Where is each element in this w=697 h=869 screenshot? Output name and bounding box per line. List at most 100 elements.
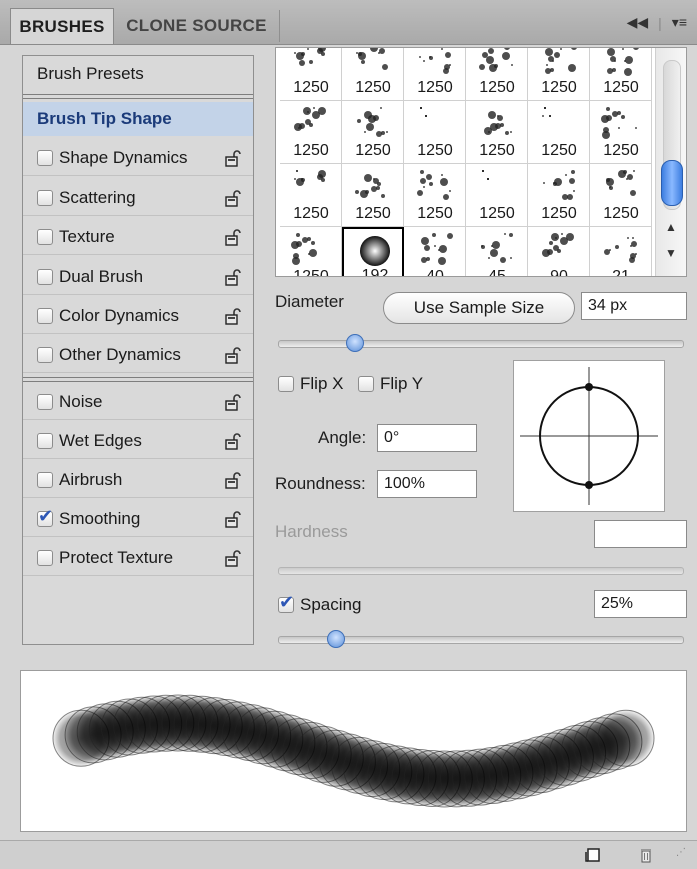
new-preset-icon[interactable] [585,847,601,863]
brush-preset-cell[interactable]: 1250 [466,48,528,101]
roundness-field[interactable]: 100% [377,470,477,498]
spacing-option[interactable]: Spacing [278,592,362,615]
brush-preset-cell[interactable]: 1250 [528,164,590,227]
tab-clone-source[interactable]: CLONE SOURCE [114,10,280,42]
option-checkbox[interactable] [37,506,53,527]
option-label: Color Dynamics [59,305,179,325]
lock-icon[interactable] [225,471,241,489]
brush-preset-cell[interactable]: 1250 [466,101,528,164]
lock-icon[interactable] [225,228,241,246]
diameter-slider-knob[interactable] [345,334,364,352]
brush-preset-cell[interactable]: 1250 [590,48,652,101]
spacing-field[interactable]: 25% [594,590,687,618]
use-sample-size-button[interactable]: Use Sample Size [383,292,575,324]
brush-preset-cell[interactable]: 1250 [466,164,528,227]
tab-brushes[interactable]: BRUSHES [10,8,114,44]
sidebar-item-scattering[interactable]: Scattering [23,180,253,216]
brush-size-label: 1250 [479,205,515,222]
spacing-label: Spacing [300,595,362,614]
brush-thumbnail-icon [417,170,451,200]
brush-preset-cell[interactable]: 1250 [404,48,466,101]
sidebar-item-airbrush[interactable]: Airbrush [23,462,253,498]
flip-y-label: Flip Y [380,374,424,393]
option-checkbox[interactable] [37,393,53,410]
double-left-arrow-icon[interactable]: ◀◀ [627,14,649,31]
sidebar-item-noise[interactable]: Noise [23,384,253,420]
brush-size-label: 1250 [603,205,639,222]
trash-icon[interactable] [638,847,654,863]
brush-preset-cell[interactable]: 21 [590,227,652,276]
lock-icon[interactable] [225,346,241,364]
brush-preset-cell[interactable]: 1250 [342,164,404,227]
brush-preset-cell[interactable]: 90 [528,227,590,276]
brush-preset-cell[interactable]: 1250 [280,227,342,276]
option-checkbox[interactable] [37,268,53,285]
scroll-down-arrow-icon[interactable]: ▼ [665,246,677,260]
brush-preset-cell[interactable]: 1250 [280,164,342,227]
resize-grip-icon[interactable]: ⋰ [676,847,686,858]
sidebar-item-protect-texture[interactable]: Protect Texture [23,540,253,576]
diameter-slider[interactable] [278,334,684,352]
brush-preset-grid[interactable]: 1250 1250 1250 1250 1250 1250 1250 1250 1250 1250… [275,47,687,277]
brush-preset-cell[interactable]: 1250 [404,101,466,164]
spacing-checkbox[interactable] [278,592,294,613]
flip-y-checkbox[interactable] [358,376,374,392]
grid-scrollbar[interactable]: ▲ ▼ [655,48,686,276]
flip-x-checkbox[interactable] [278,376,294,392]
option-checkbox[interactable] [37,307,53,324]
diameter-field[interactable]: 34 px [581,292,687,320]
option-checkbox[interactable] [37,471,53,488]
brush-preset-cell[interactable]: 1250 [404,164,466,227]
sidebar-item-color-dynamics[interactable]: Color Dynamics [23,298,253,334]
scroll-up-arrow-icon[interactable]: ▲ [665,220,677,234]
panel-menu-icon[interactable]: ▾≡ [672,14,687,31]
brush-preset-cell[interactable]: 1250 [528,101,590,164]
lock-icon[interactable] [225,268,241,286]
brush-thumbnail-icon [482,170,489,180]
option-checkbox[interactable] [37,228,53,245]
angle-field[interactable]: 0° [377,424,477,452]
brush-preset-cell[interactable]: 1250 [280,101,342,164]
brush-preset-cell[interactable]: 1250 [342,101,404,164]
sidebar-item-smoothing[interactable]: Smoothing [23,501,253,537]
brush-preset-cell[interactable]: 40 [404,227,466,276]
flip-y-option[interactable]: Flip Y [358,374,423,394]
option-label: Texture [59,226,115,246]
lock-icon[interactable] [225,189,241,207]
option-checkbox[interactable] [37,189,53,206]
brush-size-label: 1250 [293,205,329,222]
lock-icon[interactable] [225,307,241,325]
brush-preset-cell[interactable]: 1250 [528,48,590,101]
spacing-slider-knob[interactable] [327,630,346,648]
option-checkbox[interactable] [37,346,53,363]
brush-preset-cell[interactable]: 192 [342,227,404,276]
sidebar-item-shape-dynamics[interactable]: Shape Dynamics [23,140,253,176]
lock-icon[interactable] [225,432,241,450]
sidebar-item-wet-edges[interactable]: Wet Edges [23,423,253,459]
sidebar-item-other-dynamics[interactable]: Other Dynamics [23,337,253,373]
spacing-slider[interactable] [278,630,684,648]
brush-preset-cell[interactable]: 45 [466,227,528,276]
sidebar-item-brush-tip-shape[interactable]: Brush Tip Shape [23,102,253,136]
brush-preset-cell[interactable]: 1250 [342,48,404,101]
option-checkbox[interactable] [37,149,53,166]
lock-icon[interactable] [225,393,241,411]
option-checkbox[interactable] [37,432,53,449]
sidebar-item-dual-brush[interactable]: Dual Brush [23,259,253,295]
brush-size-label: 1250 [293,142,329,159]
angle-roundness-preview[interactable] [513,360,665,512]
brush-preset-cell[interactable]: 1250 [590,101,652,164]
sidebar-item-brush-presets[interactable]: Brush Presets [23,56,253,92]
flip-x-label: Flip X [300,374,344,393]
brush-preset-cell[interactable]: 1250 [590,164,652,227]
brush-size-label: 1250 [479,79,515,96]
flip-x-option[interactable]: Flip X [278,374,343,394]
option-checkbox[interactable] [37,549,53,566]
brush-preset-cell[interactable]: 1250 [280,48,342,101]
sidebar-item-texture[interactable]: Texture [23,219,253,255]
hardness-field[interactable] [594,520,687,548]
scroll-thumb[interactable] [661,160,683,206]
lock-icon[interactable] [225,149,241,167]
lock-icon[interactable] [225,510,241,528]
lock-icon[interactable] [225,549,241,567]
